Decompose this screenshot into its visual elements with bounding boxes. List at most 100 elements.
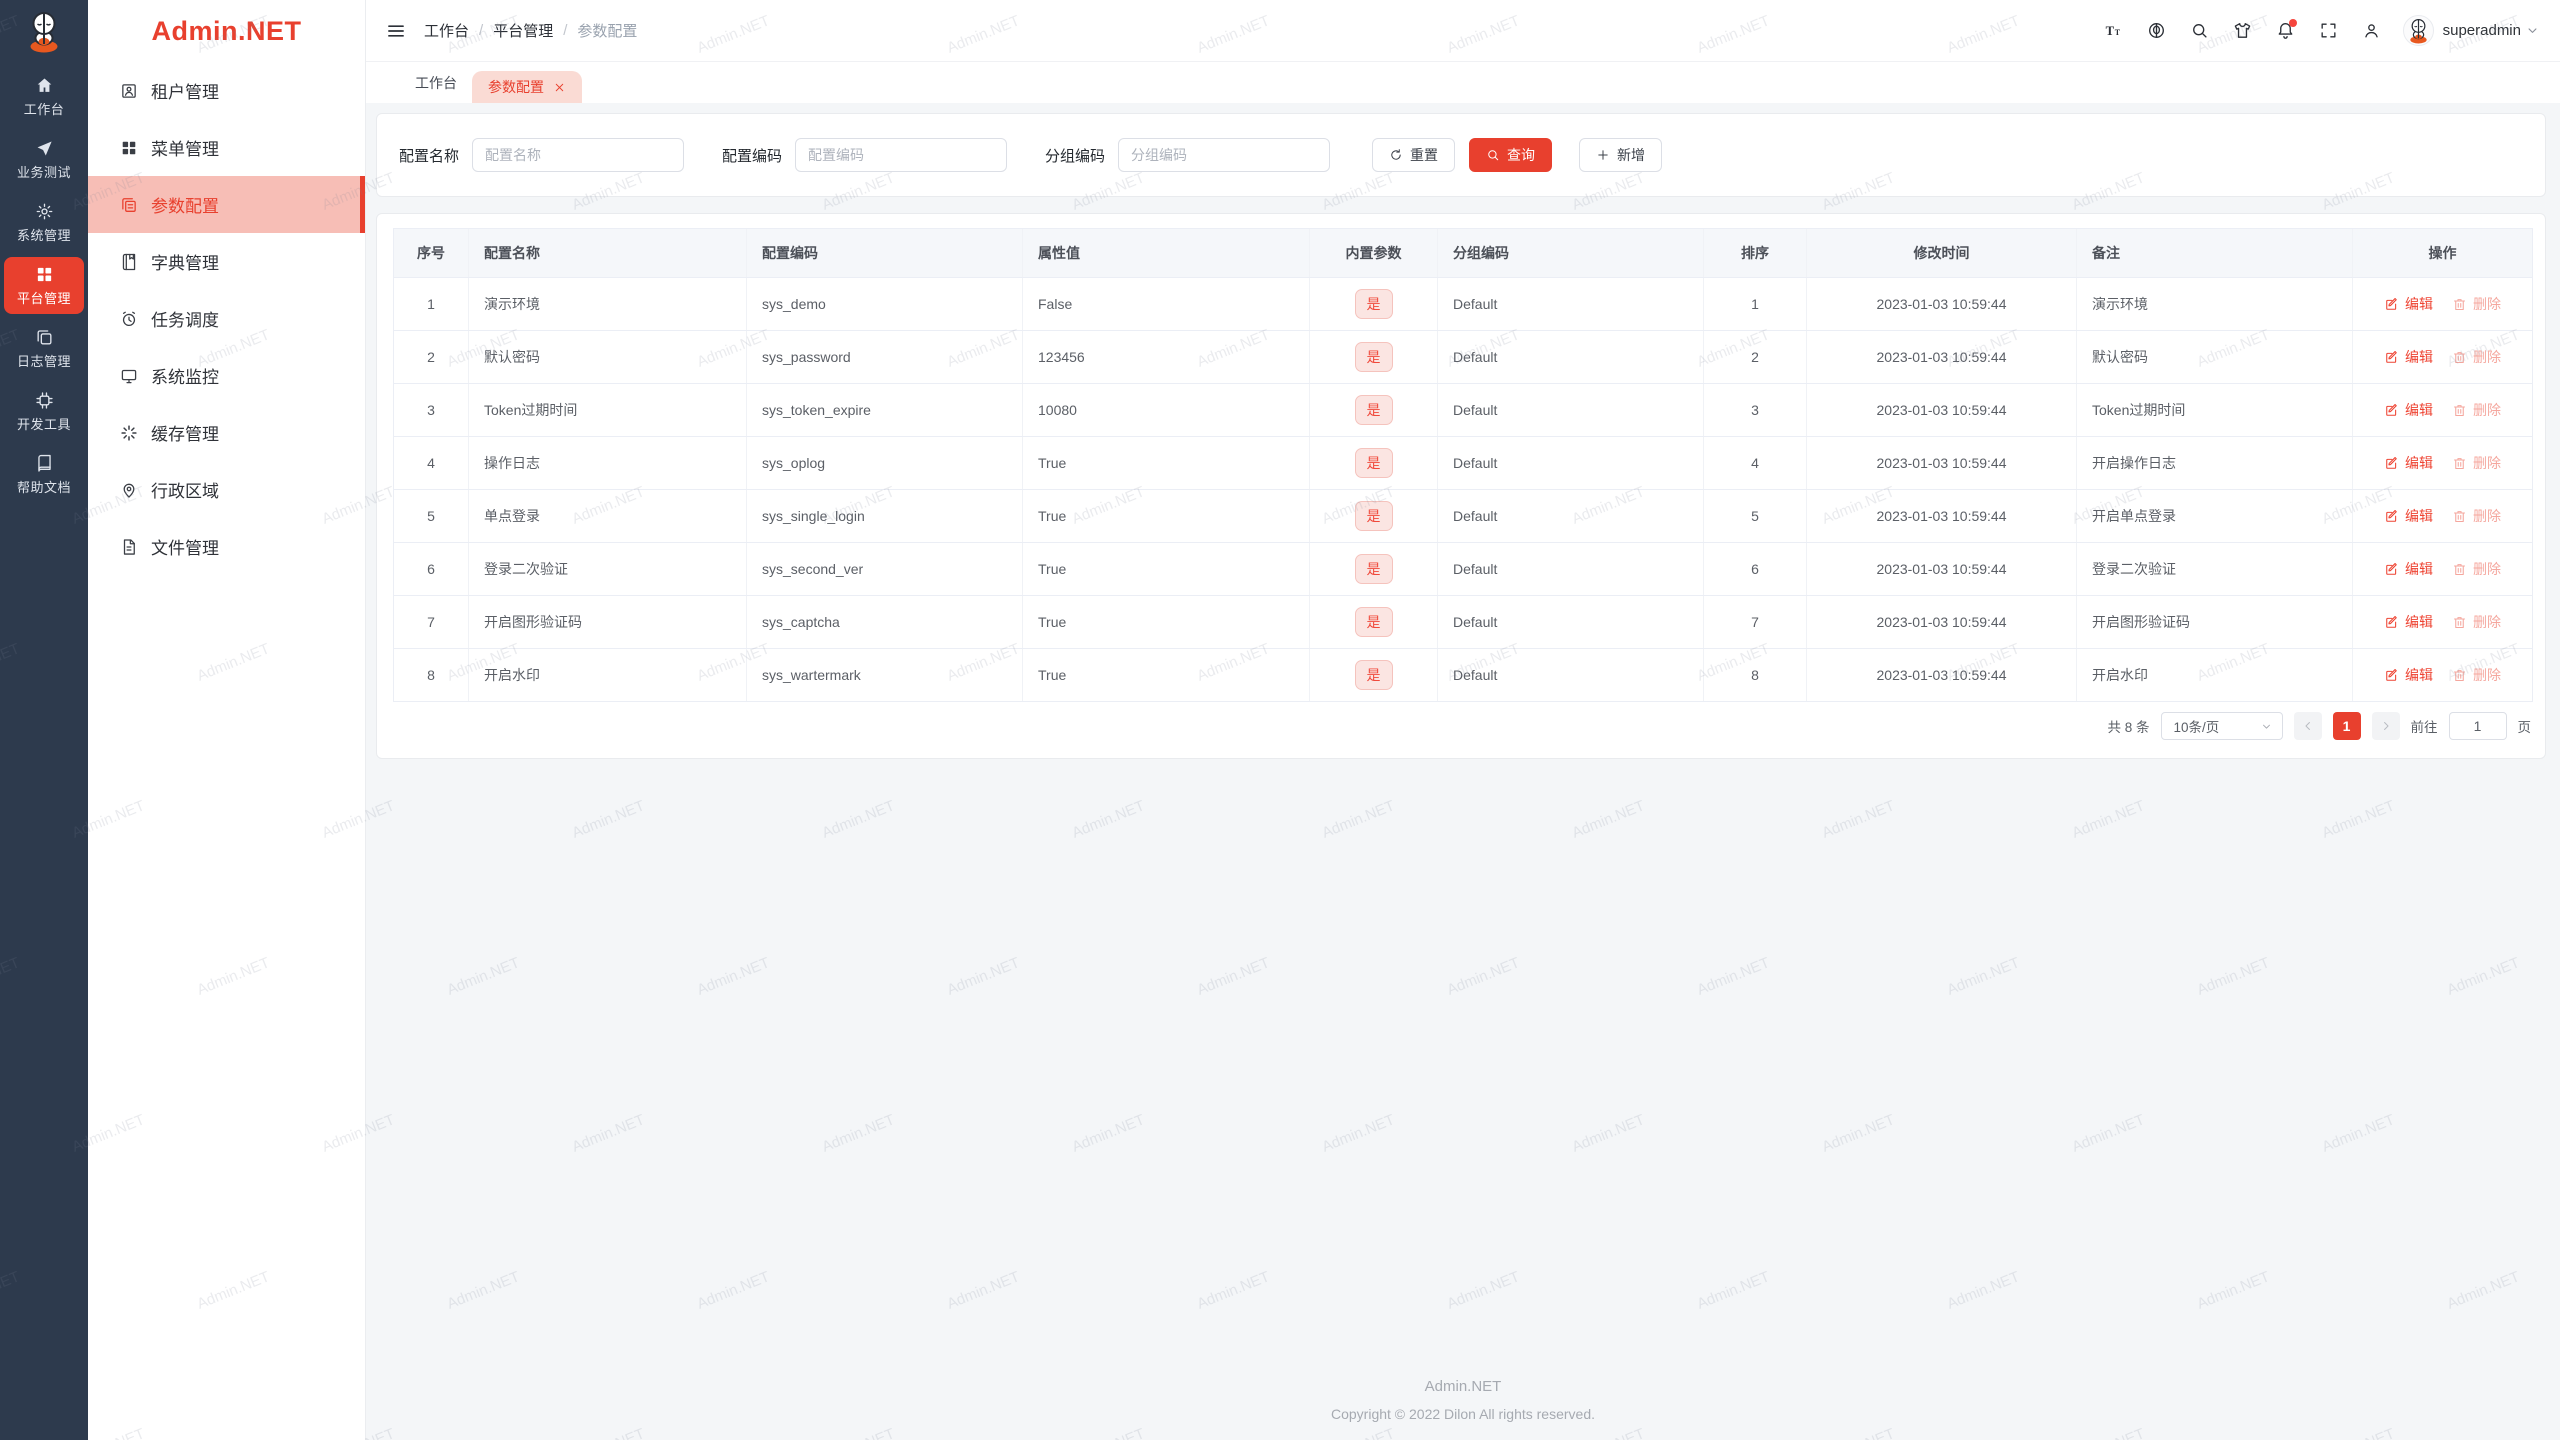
search-input-2[interactable] <box>795 138 1008 172</box>
font-size-button[interactable]: TT <box>2092 11 2135 51</box>
app-logo[interactable] <box>0 0 88 62</box>
rail-item-7[interactable]: 帮助文档 <box>4 446 84 503</box>
delete-button[interactable]: 删除 <box>2452 347 2501 367</box>
query-button[interactable]: 查询 <box>1469 138 1553 172</box>
bell-button[interactable] <box>2264 11 2307 51</box>
rail-item-4[interactable]: 平台管理 <box>4 257 84 314</box>
theme-button[interactable] <box>2221 11 2264 51</box>
sidebar-item-label: 文件管理 <box>151 539 219 558</box>
user-name[interactable]: superadmin <box>2443 22 2521 39</box>
sidebar-item-2[interactable]: 菜单管理 <box>88 119 365 176</box>
sidebar-logo[interactable]: Admin.NET <box>88 0 365 62</box>
plus-icon <box>1596 148 1610 162</box>
page-number-1[interactable]: 1 <box>2332 712 2361 740</box>
sidebar-item-7[interactable]: 缓存管理 <box>88 404 365 461</box>
chevron-down-icon <box>2260 720 2273 733</box>
collapse-menu-icon[interactable] <box>386 21 406 41</box>
cell-builtin: 是 <box>1310 649 1438 701</box>
next-page-button[interactable] <box>2371 712 2400 740</box>
delete-button[interactable]: 删除 <box>2452 453 2501 473</box>
file-icon <box>120 538 138 556</box>
cell-value: True <box>1023 543 1310 595</box>
goto-page-input[interactable] <box>2448 712 2507 740</box>
profile-button[interactable] <box>2350 11 2393 51</box>
rail-item-5[interactable]: 日志管理 <box>4 320 84 377</box>
menu-grid-icon <box>120 139 138 157</box>
delete-button[interactable]: 删除 <box>2452 400 2501 420</box>
breadcrumb-item[interactable]: 平台管理 <box>493 20 553 41</box>
breadcrumb-item[interactable]: 工作台 <box>424 20 469 41</box>
cell-time: 2023-01-03 10:59:44 <box>1807 490 2077 542</box>
edit-icon <box>2384 668 2399 683</box>
search-form-card: 配置名称 配置编码 分组编码 重置 查询 新增 <box>376 113 2546 197</box>
profile-icon <box>2362 21 2381 40</box>
sidebar-item-1[interactable]: 租户管理 <box>88 62 365 119</box>
delete-button[interactable]: 删除 <box>2452 559 2501 579</box>
breadcrumb: 工作台 / 平台管理 / 参数配置 <box>424 20 637 41</box>
tab-label: 工作台 <box>415 74 457 91</box>
cell-builtin: 是 <box>1310 278 1438 330</box>
search-button[interactable] <box>2178 11 2221 51</box>
page-size-select[interactable]: 10条/页 <box>2160 712 2283 740</box>
delete-button[interactable]: 删除 <box>2452 506 2501 526</box>
column-header: 配置名称 <box>469 229 747 277</box>
delete-button[interactable]: 删除 <box>2452 294 2501 314</box>
footer-title: Admin.NET <box>1424 1378 1502 1395</box>
language-button[interactable] <box>2135 11 2178 51</box>
tab-1[interactable]: 工作台 <box>400 62 472 103</box>
edit-button[interactable]: 编辑 <box>2384 453 2433 473</box>
close-icon[interactable] <box>553 81 566 94</box>
reset-button-label: 重置 <box>1410 147 1439 163</box>
cell-code: sys_token_expire <box>747 384 1023 436</box>
rail-item-2[interactable]: 业务测试 <box>4 131 84 188</box>
cell-remark: 登录二次验证 <box>2077 543 2353 595</box>
gear-icon <box>35 202 54 221</box>
config-table: 序号 配置名称 配置编码 属性值 内置参数 分组编码 排序 修改时间 备注 操作 1 演示环境 sys_… <box>393 228 2533 702</box>
edit-button[interactable]: 编辑 <box>2384 665 2433 685</box>
search-field-label: 配置名称 <box>399 147 460 165</box>
edit-button[interactable]: 编辑 <box>2384 559 2433 579</box>
edit-button[interactable]: 编辑 <box>2384 294 2433 314</box>
delete-button[interactable]: 删除 <box>2452 665 2501 685</box>
cell-index: 4 <box>394 437 469 489</box>
fullscreen-button[interactable] <box>2307 11 2350 51</box>
add-button-label: 新增 <box>1617 147 1646 163</box>
sidebar-item-3[interactable]: 参数配置 <box>88 176 365 233</box>
cell-actions: 编辑 删除 <box>2353 490 2532 542</box>
cell-name: 操作日志 <box>469 437 747 489</box>
delete-button[interactable]: 删除 <box>2452 612 2501 632</box>
sidebar-item-8[interactable]: 行政区域 <box>88 461 365 518</box>
avatar[interactable] <box>2402 15 2434 46</box>
search-input-1[interactable] <box>472 138 685 172</box>
cache-icon <box>120 424 138 442</box>
cell-time: 2023-01-03 10:59:44 <box>1807 331 2077 383</box>
sidebar-item-9[interactable]: 文件管理 <box>88 518 365 575</box>
trash-icon <box>2452 456 2467 471</box>
chevron-right-icon <box>2379 719 2393 733</box>
trash-icon <box>2452 403 2467 418</box>
breadcrumb-item: 参数配置 <box>577 23 638 40</box>
cell-code: sys_wartermark <box>747 649 1023 701</box>
sidebar-item-4[interactable]: 字典管理 <box>88 233 365 290</box>
reset-button[interactable]: 重置 <box>1372 138 1456 172</box>
prev-page-button[interactable] <box>2293 712 2322 740</box>
rail-item-3[interactable]: 系统管理 <box>4 194 84 251</box>
edit-button[interactable]: 编辑 <box>2384 506 2433 526</box>
edit-label: 编辑 <box>2405 561 2433 577</box>
cell-index: 6 <box>394 543 469 595</box>
sidebar-item-5[interactable]: 任务调度 <box>88 290 365 347</box>
edit-button[interactable]: 编辑 <box>2384 347 2433 367</box>
rail-item-1[interactable]: 工作台 <box>4 68 84 125</box>
rail-item-6[interactable]: 开发工具 <box>4 383 84 440</box>
cell-group: Default <box>1438 331 1704 383</box>
search-input-3[interactable] <box>1118 138 1331 172</box>
edit-button[interactable]: 编辑 <box>2384 612 2433 632</box>
rail-item-label: 工作台 <box>23 101 65 117</box>
add-button[interactable]: 新增 <box>1579 138 1663 172</box>
edit-icon <box>2384 456 2399 471</box>
edit-button[interactable]: 编辑 <box>2384 400 2433 420</box>
sidebar-item-label: 参数配置 <box>151 197 219 216</box>
sidebar-item-6[interactable]: 系统监控 <box>88 347 365 404</box>
tab-2[interactable]: 参数配置 <box>472 71 582 103</box>
cell-group: Default <box>1438 384 1704 436</box>
